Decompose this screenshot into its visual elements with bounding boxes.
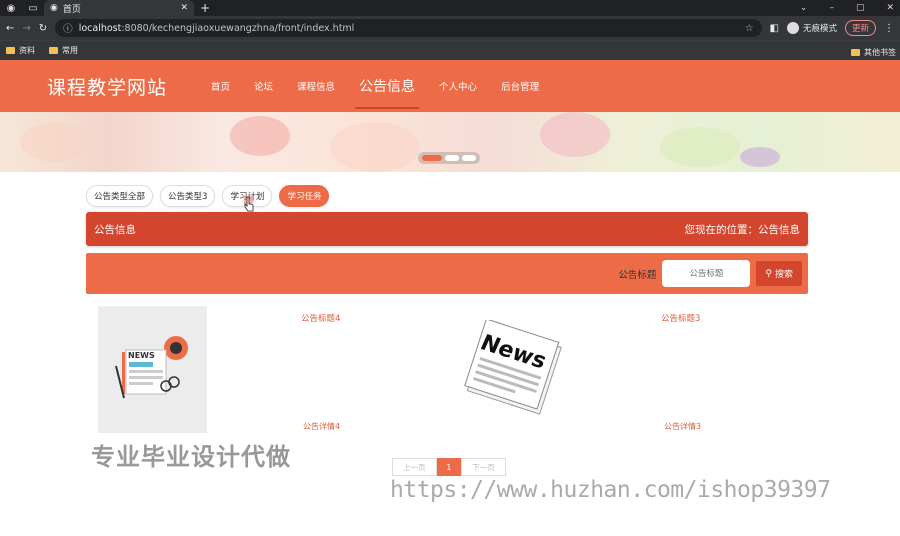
new-tab-icon[interactable]: + xyxy=(200,1,210,15)
tab-title: 首页 xyxy=(62,4,81,15)
announcement-card[interactable]: News 公告标题3 公告详情3 xyxy=(460,306,720,434)
tab-search-icon[interactable]: ⌄ xyxy=(800,0,808,16)
carousel-dot[interactable] xyxy=(445,155,459,161)
bookmark-folder-2[interactable]: 常用 xyxy=(49,45,78,56)
news-clipboard-icon: NEWS xyxy=(98,306,207,433)
back-icon[interactable]: ← xyxy=(6,23,14,34)
announcement-card[interactable]: NEWS 公告标题4 公告详情4 xyxy=(98,306,358,434)
bookmark-label: 其他书签 xyxy=(864,48,896,57)
search-input[interactable] xyxy=(662,260,751,287)
carousel-indicators xyxy=(418,152,480,164)
announcement-title[interactable]: 公告标题4 xyxy=(301,312,340,324)
url-host: localhost xyxy=(78,22,122,34)
banner-egg-decoration xyxy=(740,147,780,167)
pagination: 上一页 1 下一页 xyxy=(392,458,506,476)
folder-icon xyxy=(49,47,58,54)
site-navbar: 课程教学网站 首页 论坛 课程信息 公告信息 个人中心 后台管理 xyxy=(0,60,900,112)
other-bookmarks[interactable]: 其他书签 xyxy=(851,47,896,58)
tab-favicon-icon: ◉ xyxy=(50,3,58,13)
window-controls: ⌄ – ▢ ✕ xyxy=(800,0,894,16)
search-icon: ⚲ xyxy=(765,268,772,279)
banner-leaf-decoration xyxy=(660,127,740,167)
news-newspaper-icon: News xyxy=(464,320,562,415)
filter-study-task[interactable]: 学习任务 xyxy=(279,185,330,207)
update-button[interactable]: 更新 xyxy=(844,20,876,36)
bookmark-star-icon[interactable]: ☆ xyxy=(745,23,754,34)
window-close-icon[interactable]: ✕ xyxy=(886,0,894,16)
folder-icon xyxy=(851,49,860,56)
filter-type3[interactable]: 公告类型3 xyxy=(160,185,216,207)
search-button-label: 搜索 xyxy=(774,270,793,280)
browser-tab[interactable]: ◉ 首页 ✕ xyxy=(44,0,194,16)
banner-carousel[interactable] xyxy=(0,112,900,172)
nav-personal-center[interactable]: 个人中心 xyxy=(439,60,477,112)
search-bar: 公告标题 ⚲ 搜索 xyxy=(86,253,808,294)
carousel-dot[interactable] xyxy=(422,155,442,161)
section-title: 公告信息 xyxy=(94,223,136,236)
banner-flower-decoration xyxy=(20,122,90,162)
section-title-bar: 公告信息 您现在的位置：公告信息 xyxy=(86,212,808,246)
folder-icon xyxy=(6,47,15,54)
nav-course-info[interactable]: 课程信息 xyxy=(297,60,335,112)
nav-admin[interactable]: 后台管理 xyxy=(501,60,539,112)
banner-flower-decoration xyxy=(330,122,420,172)
incognito-profile[interactable]: 无痕模式 xyxy=(786,22,837,34)
reload-icon[interactable]: ↻ xyxy=(39,23,47,34)
browser-menu-icon[interactable]: ◉ xyxy=(0,0,22,16)
prev-page-button[interactable]: 上一页 xyxy=(392,458,437,476)
banner-flower-decoration xyxy=(230,116,290,156)
site-logo[interactable]: 课程教学网站 xyxy=(47,73,211,100)
bookmark-label: 常用 xyxy=(62,46,78,55)
category-filters: 公告类型全部 公告类型3 学习计划 学习任务 xyxy=(86,185,330,207)
address-bar[interactable]: ⓘ localhost:8080/kechengjiaoxuewangzhna/… xyxy=(55,19,762,37)
watermark-url: https://www.huzhan.com/ishop39397 xyxy=(390,477,831,503)
announcement-title[interactable]: 公告标题3 xyxy=(661,312,700,324)
watermark-text: 专业毕业设计代做 xyxy=(91,443,291,471)
minimize-icon[interactable]: – xyxy=(829,0,834,16)
forward-icon[interactable]: → xyxy=(22,23,30,34)
tab-close-icon[interactable]: ✕ xyxy=(180,3,188,13)
site-info-icon[interactable]: ⓘ xyxy=(63,21,73,35)
bookmarks-bar: 资料 常用 其他书签 xyxy=(0,40,900,60)
search-button[interactable]: ⚲ 搜索 xyxy=(756,261,802,286)
bookmark-label: 资料 xyxy=(19,46,35,55)
sidepanel-icon[interactable]: ◧ xyxy=(770,23,779,34)
bookmark-folder-1[interactable]: 资料 xyxy=(6,45,35,56)
nav-forum[interactable]: 论坛 xyxy=(254,60,273,112)
tab-overview-icon[interactable]: ▭ xyxy=(22,0,44,16)
maximize-icon[interactable]: ▢ xyxy=(856,0,865,16)
profile-label: 无痕模式 xyxy=(802,24,837,34)
carousel-dot[interactable] xyxy=(462,155,476,161)
nav-home[interactable]: 首页 xyxy=(211,60,230,112)
announcement-detail[interactable]: 公告详情3 xyxy=(664,421,701,432)
svg-text:NEWS: NEWS xyxy=(128,351,155,360)
browser-toolbar: ← → ↻ ⓘ localhost:8080/kechengjiaoxuewan… xyxy=(0,16,900,40)
search-label: 公告标题 xyxy=(618,269,657,281)
banner-flower-decoration xyxy=(540,112,610,157)
announcement-detail[interactable]: 公告详情4 xyxy=(303,421,340,432)
url-path: :8080/kechengjiaoxuewangzhna/front/index… xyxy=(121,22,355,34)
hand-cursor-icon xyxy=(244,196,254,212)
breadcrumb: 您现在的位置：公告信息 xyxy=(684,223,801,236)
incognito-avatar-icon xyxy=(786,22,799,34)
page-1-button[interactable]: 1 xyxy=(436,458,462,476)
more-menu-icon[interactable]: ⋮ xyxy=(884,23,894,34)
browser-tab-strip: ◉ ▭ ◉ 首页 ✕ + ⌄ – ▢ ✕ xyxy=(0,0,900,16)
nav-announcements[interactable]: 公告信息 xyxy=(355,60,420,112)
next-page-button[interactable]: 下一页 xyxy=(461,458,506,476)
filter-all[interactable]: 公告类型全部 xyxy=(86,185,154,207)
